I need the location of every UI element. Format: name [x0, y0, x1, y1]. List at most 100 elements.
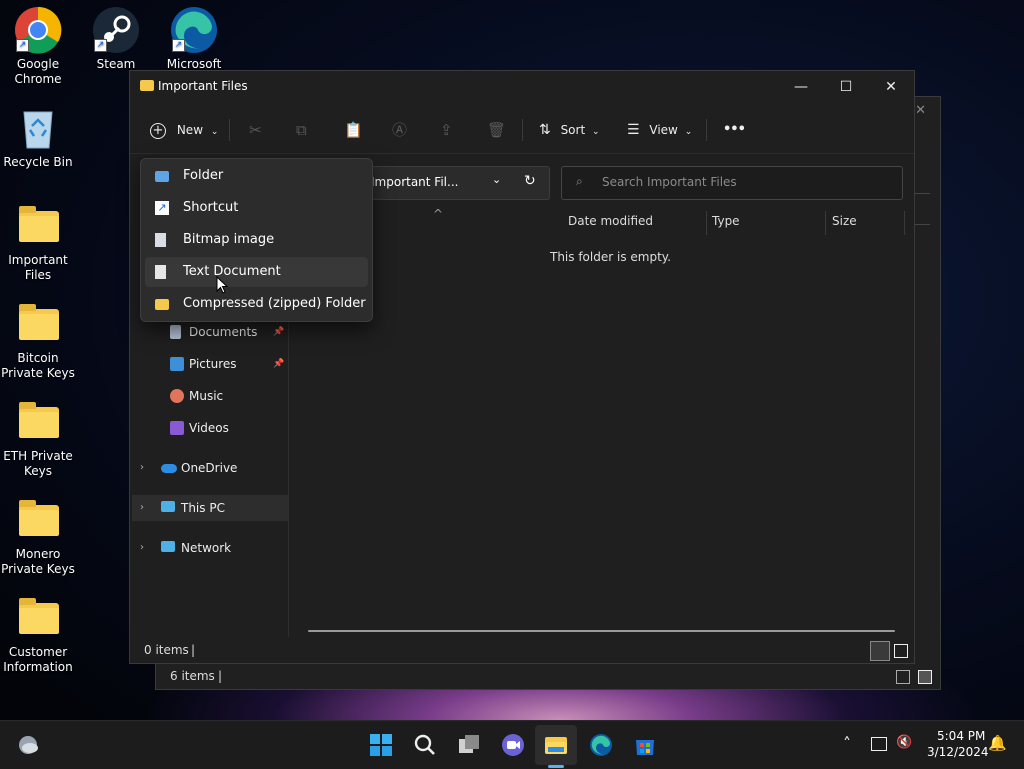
- nav-item-music[interactable]: Music: [130, 383, 286, 409]
- nav-item-pictures[interactable]: Pictures 📌: [130, 351, 286, 377]
- nav-item-onedrive[interactable]: › OneDrive: [130, 455, 286, 481]
- chevron-right-icon[interactable]: ›: [140, 495, 144, 521]
- details-view-icon[interactable]: [870, 641, 890, 661]
- taskbar: ˄ 🔇 5:04 PM 3/12/2024 🔔: [0, 720, 1024, 769]
- show-hidden-icons-chevron-icon[interactable]: ˄: [843, 734, 851, 753]
- folder-icon: [14, 496, 62, 544]
- pin-icon[interactable]: 📌: [273, 351, 284, 377]
- folder-icon: [14, 202, 62, 250]
- clock-time[interactable]: 5:04 PM: [937, 729, 985, 743]
- status-bar: 0 items |: [130, 639, 914, 663]
- desktop-icon-label: Microsoft: [166, 57, 222, 71]
- folder-icon: [14, 300, 62, 348]
- delete-icon[interactable]: 🗑: [487, 115, 506, 145]
- desktop-icon-edge[interactable]: ↗ Microsoft: [156, 6, 232, 72]
- cut-icon[interactable]: ✂: [249, 115, 262, 145]
- new-item-menu: Folder ↗ Shortcut Bitmap image Text Docu…: [140, 158, 373, 322]
- edge-icon[interactable]: [589, 733, 613, 757]
- status-bar: 6 items |: [156, 665, 940, 689]
- text-document-icon: [155, 265, 166, 279]
- search-input[interactable]: ⌕ Search Important Files: [561, 166, 903, 200]
- share-icon[interactable]: ⇪: [440, 115, 453, 145]
- desktop-icon-monero-keys[interactable]: Monero Private Keys: [0, 496, 76, 577]
- desktop-icon-customer-info[interactable]: Customer Information: [0, 594, 76, 675]
- search-icon: ⌕: [576, 174, 583, 188]
- nav-item-documents[interactable]: Documents 📌: [130, 319, 286, 345]
- column-type[interactable]: Type: [712, 214, 740, 228]
- desktop-icon-label: Steam: [96, 57, 136, 71]
- teams-chat-icon[interactable]: [501, 733, 525, 757]
- start-icon[interactable]: [369, 733, 393, 757]
- desktop-icon-chrome[interactable]: ↗ Google Chrome: [0, 6, 76, 87]
- mouse-cursor-icon: [216, 276, 228, 294]
- desktop-icon-important-files[interactable]: Important Files: [0, 202, 76, 283]
- details-view-icon[interactable]: [896, 670, 910, 684]
- more-options-button[interactable]: •••: [723, 115, 746, 145]
- desktop-icon-label: Important Files: [8, 253, 68, 282]
- desktop-icon-steam[interactable]: ↗ Steam: [78, 6, 154, 72]
- task-view-icon[interactable]: [457, 733, 481, 757]
- paste-icon[interactable]: 📋: [344, 115, 363, 145]
- desktop-icon-eth-keys[interactable]: ETH Private Keys: [0, 398, 76, 479]
- navigation-pane: Documents 📌 Pictures 📌 Music Videos › On…: [130, 311, 289, 637]
- menu-item-bitmap[interactable]: Bitmap image: [145, 225, 368, 255]
- clock-date[interactable]: 3/12/2024: [927, 745, 989, 759]
- menu-item-folder[interactable]: Folder: [145, 161, 368, 191]
- chevron-down-icon[interactable]: ⌄: [492, 173, 501, 186]
- divider: [522, 119, 523, 141]
- divider: [706, 211, 707, 235]
- nav-item-network[interactable]: › Network: [130, 535, 286, 561]
- steam-icon: ↗: [92, 6, 140, 54]
- column-size[interactable]: Size: [832, 214, 857, 228]
- horizontal-scrollbar[interactable]: [308, 630, 895, 632]
- title-bar[interactable]: Important Files — ☐ ✕: [130, 71, 914, 103]
- search-placeholder: Search Important Files: [602, 175, 737, 189]
- status-separator: |: [218, 669, 223, 683]
- close-icon[interactable]: ✕: [915, 103, 926, 118]
- minimize-button[interactable]: —: [778, 71, 824, 103]
- shortcut-arrow-icon: ↗: [172, 39, 185, 52]
- menu-item-text-document[interactable]: Text Document: [145, 257, 368, 287]
- chevron-down-icon: ⌄: [592, 127, 600, 137]
- onedrive-icon: [161, 464, 177, 473]
- videos-icon: [170, 421, 184, 435]
- desktop-icon-label: Monero Private Keys: [1, 547, 75, 576]
- menu-item-zip-folder[interactable]: Compressed (zipped) Folder: [145, 289, 368, 319]
- menu-item-shortcut[interactable]: ↗ Shortcut: [145, 193, 368, 223]
- command-bar: + New ⌄ ✂ ⧉ 📋 Ⓐ ⇪ 🗑 ⇅ Sort ⌄ ☰ View ⌄ ••…: [130, 107, 914, 154]
- network-status-icon[interactable]: [871, 737, 887, 751]
- view-button[interactable]: ☰ View ⌄: [627, 115, 692, 145]
- copy-icon[interactable]: ⧉: [296, 115, 307, 145]
- microsoft-store-icon[interactable]: [633, 733, 657, 757]
- new-button[interactable]: + New ⌄: [150, 115, 218, 145]
- network-icon: [161, 541, 175, 552]
- shortcut-arrow-icon: ↗: [94, 39, 107, 52]
- tiles-view-icon[interactable]: [918, 670, 932, 684]
- this-pc-icon: [161, 501, 175, 512]
- refresh-icon[interactable]: ↻: [524, 173, 536, 189]
- desktop-icon-bitcoin-keys[interactable]: Bitcoin Private Keys: [0, 300, 76, 381]
- search-icon[interactable]: [413, 733, 437, 757]
- column-date-modified[interactable]: Date modified: [568, 214, 653, 228]
- file-explorer-icon[interactable]: [544, 733, 568, 757]
- nav-item-videos[interactable]: Videos: [130, 415, 286, 441]
- name-sort-indicator[interactable]: ^: [433, 207, 443, 221]
- chevron-right-icon[interactable]: ›: [140, 455, 144, 481]
- item-count: 0 items: [144, 643, 189, 657]
- volume-muted-icon[interactable]: 🔇: [896, 735, 912, 750]
- weather-icon[interactable]: [16, 733, 40, 757]
- desktop-icon-recycle-bin[interactable]: Recycle Bin: [0, 104, 76, 170]
- maximize-button[interactable]: ☐: [823, 71, 869, 103]
- tiles-view-icon[interactable]: [894, 644, 908, 658]
- rename-icon[interactable]: Ⓐ: [392, 115, 407, 145]
- close-button[interactable]: ✕: [868, 71, 914, 103]
- divider: [229, 119, 230, 141]
- item-count: 6 items: [170, 669, 215, 683]
- chevron-right-icon[interactable]: ›: [140, 535, 144, 561]
- sort-button[interactable]: ⇅ Sort ⌄: [539, 115, 600, 145]
- pin-icon[interactable]: 📌: [273, 319, 284, 345]
- notification-icon[interactable]: 🔔: [988, 734, 1007, 752]
- nav-item-this-pc[interactable]: › This PC: [132, 495, 288, 521]
- divider: [825, 211, 826, 235]
- desktop-icon-label: Bitcoin Private Keys: [1, 351, 75, 380]
